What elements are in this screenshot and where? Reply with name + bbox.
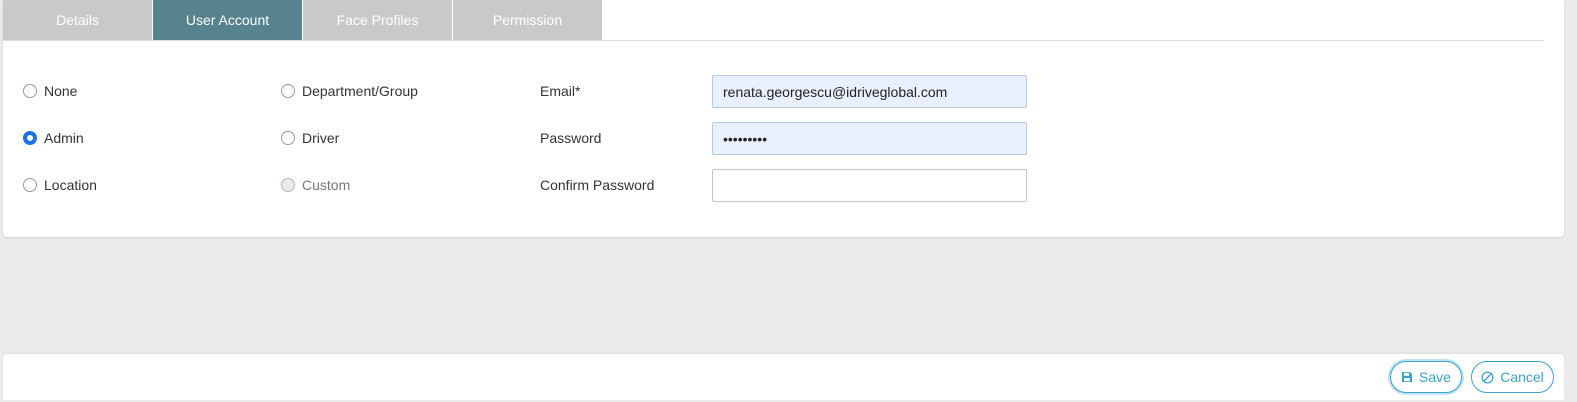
role-label-department-group: Department/Group (302, 83, 418, 99)
save-button-label: Save (1419, 369, 1451, 385)
role-label-driver: Driver (302, 130, 340, 146)
tab-divider (3, 40, 1544, 41)
role-label-location: Location (44, 177, 97, 193)
password-label: Password (540, 130, 602, 146)
tab-permission[interactable]: Permission (453, 0, 602, 40)
role-label-none: None (44, 83, 78, 99)
role-option-department-group[interactable]: Department/Group (281, 81, 418, 101)
radio-driver[interactable] (281, 131, 295, 145)
footer-actions: Save Cancel (3, 354, 1564, 400)
role-option-driver[interactable]: Driver (281, 128, 339, 148)
radio-custom[interactable] (281, 178, 295, 192)
email-label: Email* (540, 83, 581, 99)
role-option-admin[interactable]: Admin (23, 128, 84, 148)
floppy-disk-icon (1401, 371, 1413, 383)
role-option-custom[interactable]: Custom (281, 175, 350, 195)
role-label-admin: Admin (44, 130, 84, 146)
role-label-custom: Custom (302, 177, 351, 193)
role-option-location[interactable]: Location (23, 175, 97, 195)
cancel-button-label: Cancel (1500, 369, 1544, 385)
user-account-panel: Details User Account Face Profiles Permi… (3, 0, 1564, 237)
tab-details[interactable]: Details (3, 0, 152, 40)
save-button[interactable]: Save (1390, 361, 1462, 393)
radio-location[interactable] (23, 178, 37, 192)
email-field[interactable] (712, 75, 1027, 108)
role-option-none[interactable]: None (23, 81, 77, 101)
cancel-button[interactable]: Cancel (1471, 361, 1554, 393)
radio-department-group[interactable] (281, 84, 295, 98)
confirm-password-field[interactable] (712, 169, 1027, 202)
ban-icon (1481, 370, 1494, 384)
confirm-password-label: Confirm Password (540, 177, 655, 193)
password-field[interactable] (712, 122, 1027, 155)
tab-bar: Details User Account Face Profiles Permi… (3, 0, 603, 40)
radio-none[interactable] (23, 84, 37, 98)
tab-user-account[interactable]: User Account (153, 0, 302, 40)
tab-face-profiles[interactable]: Face Profiles (303, 0, 452, 40)
radio-admin[interactable] (23, 131, 37, 145)
